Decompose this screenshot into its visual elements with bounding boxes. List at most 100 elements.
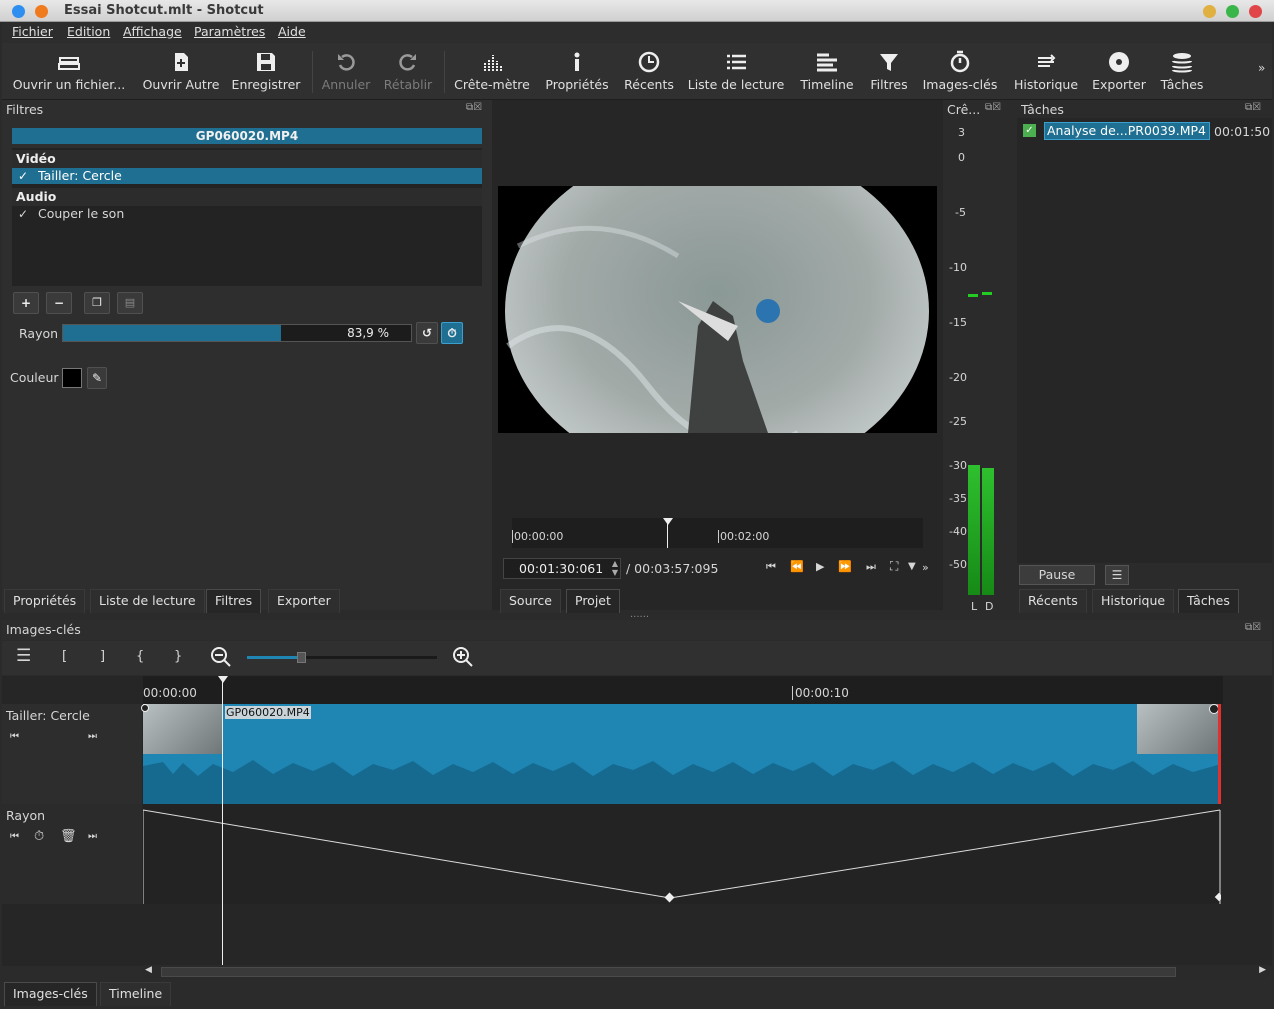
tab-source[interactable]: Source bbox=[500, 589, 561, 613]
color-picker-button[interactable]: ✎ bbox=[87, 367, 107, 389]
set-last-keyframe-button[interactable]: } bbox=[174, 649, 182, 664]
set-filter-start-button[interactable]: [ bbox=[62, 649, 67, 664]
remove-filter-button[interactable]: − bbox=[46, 292, 72, 314]
tab-properties[interactable]: Propriétés bbox=[4, 589, 86, 613]
timecode-value: 00:01:30:061 bbox=[519, 561, 604, 576]
keyframes-ruler[interactable]: 00:00:00 00:00:10 bbox=[143, 676, 1223, 704]
tab-playlist[interactable]: Liste de lecture bbox=[90, 589, 205, 613]
jobs-menu-button[interactable]: ☰ bbox=[1105, 565, 1129, 585]
undo-button[interactable]: Annuler bbox=[318, 43, 374, 99]
player-overflow-icon[interactable]: » bbox=[922, 561, 929, 574]
stopwatch-icon[interactable]: ⏱ bbox=[34, 829, 44, 844]
previous-keyframe-icon[interactable]: ⏮ bbox=[10, 831, 19, 842]
skip-previous-icon[interactable]: ⏮ bbox=[766, 560, 776, 574]
window-minimize-icon[interactable] bbox=[35, 5, 48, 18]
open-file-button[interactable]: Ouvrir un fichier... bbox=[10, 43, 128, 99]
export-button[interactable]: Exporter bbox=[1088, 43, 1150, 99]
filter-list[interactable]: Vidéo ✓ Tailler: Cercle Audio ✓ Couper l… bbox=[12, 148, 482, 286]
tab-jobs[interactable]: Tâches bbox=[1178, 589, 1239, 613]
rewind-icon[interactable]: ⏪ bbox=[790, 560, 804, 573]
tab-history[interactable]: Historique bbox=[1092, 589, 1175, 613]
set-first-keyframe-button[interactable]: { bbox=[136, 649, 144, 664]
scrollbar-thumb[interactable] bbox=[161, 967, 1176, 977]
fullscreen-icon[interactable]: ⛶ bbox=[890, 559, 898, 574]
job-name[interactable]: Analyse de...PR0039.MP4 bbox=[1044, 122, 1210, 140]
clip-fade-in-handle[interactable] bbox=[141, 704, 149, 712]
play-icon[interactable]: ▶ bbox=[816, 560, 824, 573]
maximize-icon[interactable] bbox=[1226, 5, 1239, 18]
set-filter-end-button[interactable]: ] bbox=[100, 649, 105, 664]
player-scrub-ruler[interactable]: 00:00:00 00:02:00 bbox=[512, 518, 923, 548]
minimize-icon[interactable] bbox=[1203, 5, 1216, 18]
tab-timeline[interactable]: Timeline bbox=[100, 982, 172, 1006]
window-close-icon[interactable] bbox=[12, 5, 25, 18]
close-icon[interactable] bbox=[1249, 5, 1262, 18]
timeline-clip[interactable]: GP060020.MP4 bbox=[141, 704, 1221, 804]
peak-meter-button[interactable]: Crête-mètre bbox=[450, 43, 534, 99]
scroll-left-icon[interactable]: ◀ bbox=[145, 965, 152, 975]
hamburger-icon: ☰ bbox=[1111, 568, 1123, 582]
timeline-button[interactable]: Timeline bbox=[796, 43, 858, 99]
tab-keyframes[interactable]: Images-clés bbox=[4, 982, 97, 1006]
next-keyframe-icon[interactable]: ⏭ bbox=[88, 831, 97, 842]
dock-float-close-icon[interactable]: ⧉☒ bbox=[1245, 102, 1261, 113]
video-preview[interactable] bbox=[498, 186, 937, 433]
toolbar-overflow-button[interactable]: » bbox=[1258, 61, 1265, 75]
filter-item[interactable]: ✓ Tailler: Cercle bbox=[12, 168, 482, 184]
menu-affichage[interactable]: Affichage bbox=[123, 24, 182, 39]
filter-checkbox[interactable]: ✓ bbox=[18, 168, 28, 184]
filter-checkbox[interactable]: ✓ bbox=[18, 206, 28, 222]
zoom-slider[interactable] bbox=[247, 652, 437, 663]
radius-slider[interactable]: 83,9 % bbox=[62, 324, 412, 342]
menu-aide[interactable]: Aide bbox=[278, 24, 306, 39]
playlist-button[interactable]: Liste de lecture bbox=[686, 43, 786, 99]
timeline-playhead[interactable] bbox=[222, 676, 223, 966]
skip-next-icon[interactable]: ⏭ bbox=[866, 560, 876, 574]
fast-forward-icon[interactable]: ⏩ bbox=[838, 560, 852, 573]
next-keyframe-icon[interactable]: ⏭ bbox=[88, 731, 97, 742]
radius-keyframes-button[interactable]: ⏱ bbox=[441, 322, 463, 344]
previous-keyframe-icon[interactable]: ⏮ bbox=[10, 731, 19, 742]
open-other-button[interactable]: Ouvrir Autre bbox=[138, 43, 224, 99]
clip-thumbnail-end bbox=[1137, 704, 1219, 754]
scroll-right-icon[interactable]: ▶ bbox=[1259, 965, 1266, 975]
dock-float-close-icon[interactable]: ⧉☒ bbox=[1245, 622, 1261, 633]
properties-button[interactable]: Propriétés bbox=[542, 43, 612, 99]
add-filter-button[interactable]: + bbox=[13, 292, 39, 314]
recent-button[interactable]: Récents bbox=[620, 43, 678, 99]
tab-project[interactable]: Projet bbox=[566, 589, 620, 613]
tab-export[interactable]: Exporter bbox=[268, 589, 340, 613]
save-button[interactable]: Enregistrer bbox=[228, 43, 304, 99]
menu-fichier[interactable]: Fichier bbox=[12, 24, 53, 39]
keyframes-menu-icon[interactable]: ☰ bbox=[16, 646, 31, 666]
timecode-input[interactable]: 00:01:30:061 ▲ ▼ bbox=[503, 558, 621, 579]
filters-button[interactable]: Filtres bbox=[864, 43, 914, 99]
jobs-button[interactable]: Tâches bbox=[1152, 43, 1212, 99]
trash-icon[interactable]: 🗑 bbox=[60, 829, 77, 844]
filter-item[interactable]: ✓ Couper le son bbox=[12, 206, 482, 222]
keyframe-curve-track[interactable] bbox=[142, 804, 1224, 904]
reset-radius-button[interactable]: ↺ bbox=[416, 322, 438, 344]
redo-button[interactable]: Rétablir bbox=[380, 43, 436, 99]
keyframes-button[interactable]: Images-clés bbox=[920, 43, 1000, 99]
history-button[interactable]: Historique bbox=[1008, 43, 1084, 99]
clip-trim-end-handle[interactable] bbox=[1218, 704, 1221, 804]
pause-jobs-button[interactable]: Pause bbox=[1019, 565, 1095, 585]
zoom-out-icon[interactable] bbox=[210, 646, 232, 668]
paste-filter-button[interactable]: ▤ bbox=[117, 292, 143, 314]
tab-filters[interactable]: Filtres bbox=[206, 589, 262, 613]
menu-parametres[interactable]: Paramètres bbox=[194, 24, 265, 39]
zoom-in-icon[interactable] bbox=[452, 646, 474, 668]
horizontal-scrollbar[interactable]: ◀ ▶ bbox=[143, 965, 1270, 979]
splitter-handle[interactable]: ...... bbox=[630, 609, 649, 620]
dock-float-close-icon[interactable]: ⧉☒ bbox=[985, 102, 1001, 113]
color-swatch[interactable] bbox=[62, 368, 82, 388]
zoom-slider-handle[interactable] bbox=[297, 652, 306, 663]
jobs-list[interactable] bbox=[1017, 118, 1272, 563]
dock-float-close-icon[interactable]: ⧉☒ bbox=[466, 102, 482, 113]
zoom-dropdown-icon[interactable]: ▼ bbox=[908, 561, 916, 572]
tab-recent[interactable]: Récents bbox=[1019, 589, 1087, 613]
menu-edition[interactable]: Edition bbox=[67, 24, 110, 39]
copy-filter-button[interactable]: ❐ bbox=[84, 292, 110, 314]
spin-arrows-icon[interactable]: ▲ ▼ bbox=[612, 559, 618, 577]
